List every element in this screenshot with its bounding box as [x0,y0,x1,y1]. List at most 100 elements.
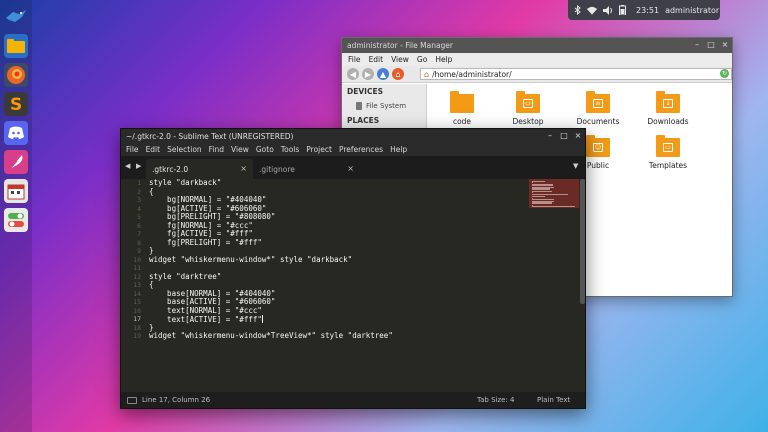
code-line: widget "whiskermenu-window*TreeView*" st… [149,331,393,340]
feather-icon[interactable] [4,150,28,174]
tab-list-dropdown-icon[interactable]: ▼ [573,162,578,170]
minimap-line [532,190,552,192]
menu-view[interactable]: View [231,145,249,154]
menu-selection[interactable]: Selection [167,145,202,154]
files-icon[interactable] [4,34,28,58]
minimize-icon[interactable]: – [545,131,555,141]
code-line: fg[PRELIGHT] = "#fff" [149,237,262,247]
code-line: text[ACTIVE] = "#fff" [149,315,263,324]
svg-text:S: S [10,95,22,114]
maximize-icon[interactable]: □ [706,40,716,50]
line-number: 13 [133,281,141,289]
code-line: style "darkback" [149,178,222,187]
tab-gtkrc[interactable]: .gtkrc-2.0 × [146,159,253,179]
menu-find[interactable]: Find [209,145,224,154]
folder-label: Downloads [647,117,689,126]
menu-preferences[interactable]: Preferences [339,145,383,154]
sublime-icon[interactable]: S [4,92,28,116]
menu-tools[interactable]: Tools [281,145,299,154]
go-icon[interactable]: ↻ [720,69,729,78]
folder-item[interactable]: ▭ Templates [638,135,698,170]
minimap-line [532,196,545,198]
wifi-icon[interactable] [587,5,597,15]
clock[interactable]: 23:51 [636,6,659,15]
up-icon[interactable]: ▲ [377,68,389,80]
folder-label: code [452,117,472,126]
menu-file[interactable]: File [126,145,139,154]
forward-icon[interactable]: ▶ [362,68,374,80]
editor-area[interactable]: 1 2 3 4 5 6 7 8 9 10 11 12 13 14 15 16 17 18 19 style "dar… [121,178,585,394]
folder-icon: ↓ [656,91,680,113]
volume-icon[interactable] [603,5,613,15]
sublime-titlebar[interactable]: ~/.gtkrc-2.0 - Sublime Text (UNREGISTERE… [121,129,585,143]
folder-item[interactable]: ≡ Documents [568,91,628,126]
maximize-icon[interactable]: □ [559,131,569,141]
window-title: administrator - File Manager [347,41,454,50]
home-icon[interactable]: ⌂ [392,68,404,80]
vertical-scrollbar[interactable] [580,179,585,304]
firefox-icon[interactable] [4,63,28,87]
line-number: 2 [137,187,141,196]
code-text[interactable]: style "darkback"{ bg[NORMAL] = "#404040"… [149,178,393,341]
tab-scroll-right-icon[interactable]: ▶ [136,162,141,170]
back-icon[interactable]: ◀ [347,68,359,80]
menu-help[interactable]: Help [435,55,452,64]
tab-close-icon[interactable]: × [347,164,354,173]
tab-label: .gtkrc-2.0 [152,164,189,174]
tab-size-selector[interactable]: Tab Size: 4 [477,396,514,404]
tab-close-icon[interactable]: × [240,164,247,173]
panel-toggle-icon[interactable] [127,396,137,404]
line-number: 12 [133,272,141,281]
minimize-icon[interactable]: – [692,40,702,50]
minimap[interactable] [529,179,579,208]
sidebar-header-places: PLACES [347,116,380,125]
home-folder-icon: ⌂ [424,69,430,79]
bluetooth-icon[interactable] [574,5,581,15]
line-number: 14 [133,289,141,298]
menu-help[interactable]: Help [390,145,407,154]
menu-view[interactable]: View [391,55,409,64]
settings-toggle-icon[interactable] [4,208,28,232]
line-number: 17 [133,315,141,323]
menu-file[interactable]: File [348,55,361,64]
syntax-selector[interactable]: Plain Text [537,396,570,404]
line-number: 11 [133,264,141,272]
folder-icon [450,91,474,113]
folder-icon: ▭ [656,135,680,157]
folder-item[interactable]: ↓ Downloads [638,91,698,126]
dock: S [0,0,32,432]
tab-label: .gitignore [259,164,295,174]
close-icon[interactable]: × [573,131,583,141]
folder-label: Public [586,161,610,170]
code-line: text[NORMAL] = "#ccc" [149,305,262,315]
folder-icon: ☺ [586,135,610,157]
sidebar-item-file-system[interactable]: File System [342,98,426,113]
calendar-icon[interactable] [4,179,28,203]
menu-go[interactable]: Go [417,55,427,64]
folder-item[interactable]: code [432,91,492,126]
tab-gitignore[interactable]: .gitignore × [253,159,360,179]
location-bar[interactable]: ⌂ /home/administrator/ ↻ [420,68,732,80]
menu-edit[interactable]: Edit [369,55,384,64]
battery-icon[interactable] [619,5,626,15]
line-number: 7 [137,230,141,238]
menu-project[interactable]: Project [306,145,332,154]
close-icon[interactable]: × [720,40,730,50]
line-number-gutter: 1 2 3 4 5 6 7 8 9 10 11 12 13 14 15 16 17 18 19 [121,179,145,341]
sidebar-item-label: File System [366,101,407,110]
drive-icon [356,101,362,110]
minimap-line [532,206,576,208]
folder-label: Templates [648,161,688,170]
file-manager-titlebar[interactable]: administrator - File Manager – □ × [342,38,732,53]
folder-item[interactable]: ▭ Desktop [498,91,558,126]
whisker-menu-icon[interactable] [4,4,28,28]
tab-scroll-left-icon[interactable]: ◀ [125,162,130,170]
discord-icon[interactable] [4,121,28,145]
line-number: 4 [137,204,141,213]
menu-edit[interactable]: Edit [146,145,161,154]
line-number: 1 [137,179,141,187]
line-number: 3 [137,196,141,204]
folder-icon: ▭ [516,91,540,113]
user-menu[interactable]: administrator [665,6,719,15]
menu-goto[interactable]: Goto [256,145,274,154]
